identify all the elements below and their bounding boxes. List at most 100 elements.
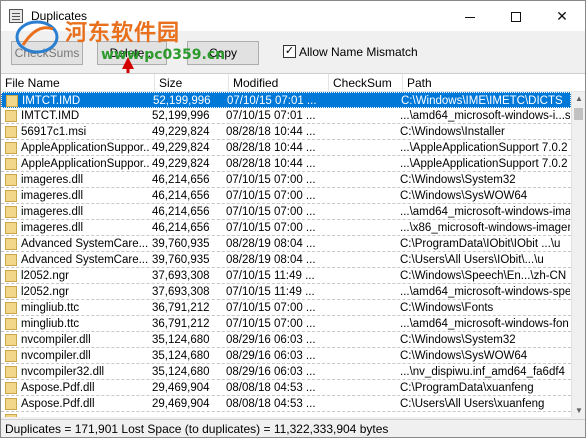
file-name-cell: imageres.dll (21, 222, 83, 234)
path-cell: C:\Windows\System32 (400, 334, 516, 346)
scroll-down-icon[interactable]: ▼ (572, 404, 585, 417)
file-icon (5, 110, 17, 122)
size-cell: 29,469,904 (152, 398, 210, 410)
file-icon (5, 206, 17, 218)
modified-cell: 08/08/18 04:53 ... (226, 382, 316, 394)
path-cell: ...\AppleApplicationSupport 7.0.2 (400, 158, 568, 170)
file-icon (5, 318, 17, 330)
path-cell: C:\ProgramData\xuanfeng (400, 382, 534, 394)
path-cell: ...\amd64_microsoft-windows-fon (400, 318, 569, 330)
size-cell: 46,214,656 (152, 222, 210, 234)
path-cell: ...\AppleApplicationSupport 7.0.2 (400, 142, 568, 154)
path-cell: C:\Users\All Users\xuanfeng (400, 398, 545, 410)
table-row[interactable]: AppleApplicationSuppor... 49,229,824 08/28… (1, 140, 571, 156)
file-name-cell: mingliub.ttc (21, 318, 80, 330)
table-row[interactable]: nvcompiler.dll 35,124,680 08/29/16 06:03 .… (1, 348, 571, 364)
maximize-button[interactable] (493, 1, 539, 31)
allow-name-mismatch-checkbox[interactable]: ✓ (283, 45, 296, 58)
modified-cell: 07/10/15 07:00 ... (226, 206, 316, 218)
maximize-icon (511, 12, 521, 23)
size-cell: 52,199,996 (152, 110, 210, 122)
column-header-path[interactable]: Path (403, 74, 585, 92)
file-name-cell: 56917c1.msi (21, 126, 87, 138)
file-name-cell: l2052.ngr (21, 286, 69, 298)
table-row[interactable]: imageres.dll 46,214,656 07/10/15 07:00 ...… (1, 204, 571, 220)
path-cell: ...\x86_microsoft-windows-imager (400, 222, 570, 234)
allow-name-mismatch-label[interactable]: Allow Name Mismatch (299, 45, 418, 59)
modified-cell: 07/10/15 07:00 ... (226, 302, 316, 314)
file-name-cell: imageres.dll (21, 174, 83, 186)
table-row[interactable]: Aspose.Pdf.dll 29,469,904 08/08/18 04:53 .… (1, 396, 571, 412)
path-cell: C:\Windows\Installer (400, 126, 505, 138)
size-cell: 36,791,212 (152, 318, 210, 330)
column-header-modified[interactable]: Modified (229, 74, 329, 92)
table-row[interactable]: Aspose.Pdf.dll 29,469,904 08/08/18 04:53 .… (1, 380, 571, 396)
modified-cell: 08/28/18 10:44 ... (226, 126, 316, 138)
file-name-cell: mingliub.ttc (21, 302, 80, 314)
path-cell: ... (400, 412, 570, 417)
modified-cell: 08/29/16 06:03 ... (226, 366, 316, 378)
table-row[interactable]: IMTCT.IMD 52,199,996 07/10/15 07:01 ......… (1, 108, 571, 124)
table-row[interactable]: IMTCT.IMD 52,199,996 07/10/15 07:01 ... C:\… (1, 92, 571, 108)
list-rows: IMTCT.IMD 52,199,996 07/10/15 07:01 ... C:\… (1, 92, 571, 417)
file-name-cell: Aspose.Pdf.dll (21, 382, 95, 394)
size-cell: 29,469,904 (152, 382, 210, 394)
file-name-cell: nvcompiler.dll (21, 350, 91, 362)
size-cell: 37,693,308 (152, 270, 210, 282)
file-name-cell: AppleApplicationSuppor... (21, 142, 149, 154)
watermark-logo (15, 20, 59, 54)
size-cell: 46,214,656 (152, 206, 210, 218)
file-icon (5, 382, 17, 394)
file-name-cell: ... (21, 412, 149, 417)
column-header-size[interactable]: Size (155, 74, 229, 92)
file-name-cell: Advanced SystemCare... (21, 254, 149, 266)
column-header-file-name[interactable]: File Name (1, 74, 155, 92)
size-cell: 49,229,824 (152, 142, 210, 154)
modified-cell: 07/10/15 07:00 ... (226, 174, 316, 186)
table-row[interactable]: imageres.dll 46,214,656 07/10/15 07:00 ...… (1, 188, 571, 204)
file-name-cell: AppleApplicationSuppor... (21, 158, 149, 170)
path-cell: C:\Windows\Fonts (400, 302, 494, 314)
table-row[interactable]: mingliub.ttc 36,791,212 07/10/15 07:00 ...… (1, 316, 571, 332)
table-row[interactable]: imageres.dll 46,214,656 07/10/15 07:00 ...… (1, 172, 571, 188)
modified-cell: 07/10/15 07:00 ... (226, 190, 316, 202)
table-row[interactable]: l2052.ngr 37,693,308 07/10/15 11:49 ......… (1, 284, 571, 300)
file-name-cell: nvcompiler.dll (21, 334, 91, 346)
file-name-cell: Advanced SystemCare... (21, 238, 149, 250)
minimize-button[interactable] (447, 1, 493, 31)
table-row[interactable]: nvcompiler.dll 35,124,680 08/29/16 06:03 .… (1, 332, 571, 348)
column-header-checksum[interactable]: CheckSum (329, 74, 403, 92)
table-row[interactable]: 56917c1.msi 49,229,824 08/28/18 10:44 ... C… (1, 124, 571, 140)
table-row[interactable]: nvcompiler32.dll 35,124,680 08/29/16 06:03… (1, 364, 571, 380)
modified-cell: ... (226, 412, 326, 417)
path-cell: C:\Windows\IME\IMETC\DICTS (401, 95, 563, 107)
size-cell: 37,693,308 (152, 286, 210, 298)
path-cell: ...\nv_dispiwu.inf_amd64_fa6df4 (400, 366, 565, 378)
duplicates-list[interactable]: File Name Size Modified CheckSum Path IM… (1, 73, 585, 417)
modified-cell: 07/10/15 07:00 ... (226, 222, 316, 234)
modified-cell: 07/10/15 07:01 ... (226, 110, 316, 122)
modified-cell: 07/10/15 07:00 ... (226, 318, 316, 330)
table-row[interactable]: Advanced SystemCare... 39,760,935 08/28/19… (1, 236, 571, 252)
table-row[interactable]: Advanced SystemCare... 39,760,935 08/28/19… (1, 252, 571, 268)
modified-cell: 07/10/15 11:49 ... (226, 286, 315, 298)
path-cell: ...\amd64_microsoft-windows-ima (400, 206, 570, 218)
list-header: File Name Size Modified CheckSum Path (1, 74, 585, 92)
table-row[interactable]: imageres.dll 46,214,656 07/10/15 07:00 ...… (1, 220, 571, 236)
path-cell: C:\Windows\System32 (400, 174, 516, 186)
table-row[interactable]: l2052.ngr 37,693,308 07/10/15 11:49 ... C:\… (1, 268, 571, 284)
vertical-scrollbar[interactable]: ▲ ▼ (571, 92, 585, 417)
size-cell: 39,760,935 (152, 254, 210, 266)
file-icon (5, 142, 17, 154)
scrollbar-thumb[interactable] (574, 108, 583, 120)
size-cell: 35,124,680 (152, 366, 210, 378)
file-icon (5, 398, 17, 410)
table-row[interactable]: ............ (1, 412, 571, 417)
table-row[interactable]: AppleApplicationSuppor... 49,229,824 08/28… (1, 156, 571, 172)
file-name-cell: imageres.dll (21, 206, 83, 218)
table-row[interactable]: mingliub.ttc 36,791,212 07/10/15 07:00 ...… (1, 300, 571, 316)
file-name-cell: imageres.dll (21, 190, 83, 202)
modified-cell: 08/28/19 08:04 ... (226, 254, 316, 266)
close-button[interactable]: ✕ (539, 1, 585, 31)
scroll-up-icon[interactable]: ▲ (572, 92, 585, 106)
